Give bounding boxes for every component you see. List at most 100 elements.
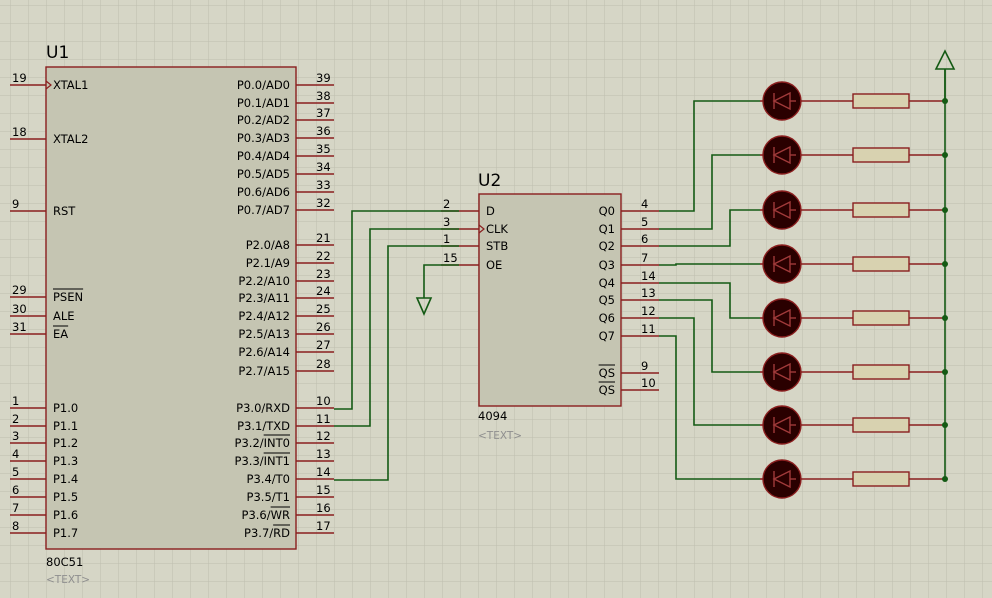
pin-number: 14: [641, 269, 656, 283]
pin-name: Q7: [599, 329, 615, 343]
u1-part-name: 80C51: [46, 555, 83, 569]
pin-name: EA: [53, 327, 68, 341]
pin-name: P0.6/AD6: [237, 185, 290, 199]
pin-name: RST: [53, 204, 76, 218]
pin-number: 17: [316, 519, 331, 533]
pin-number: 6: [12, 483, 19, 497]
pin-number: 27: [316, 338, 331, 352]
pin-number: 18: [12, 125, 27, 139]
pin-name: CLK: [486, 222, 508, 236]
pin-name: P0.3/AD3: [237, 131, 290, 145]
pin-number: 1: [12, 394, 19, 408]
led-diode-icon[interactable]: [762, 244, 802, 284]
pin-number: 4: [641, 197, 648, 211]
pin-name: P0.4/AD4: [237, 149, 290, 163]
resistor-icon[interactable]: [852, 417, 910, 433]
pin-name: P0.1/AD1: [237, 96, 290, 110]
pin-number: 36: [316, 124, 331, 138]
pin-name: P2.7/A15: [238, 364, 290, 378]
pin-number: 14: [316, 465, 331, 479]
pin-number: 25: [316, 302, 331, 316]
resistor-icon[interactable]: [852, 93, 910, 109]
resistor-icon[interactable]: [852, 202, 910, 218]
pin-name: Q3: [599, 258, 615, 272]
pin-name: XTAL1: [53, 78, 88, 92]
pin-number: 39: [316, 71, 331, 85]
pin-number: 16: [316, 501, 331, 515]
pin-name: P3.0/RXD: [236, 401, 290, 415]
u1-placeholder-text: <TEXT>: [46, 574, 90, 586]
resistor-icon[interactable]: [852, 310, 910, 326]
component-u1-80c51[interactable]: U1 19 XTAL1 18 XTAL2 9 RST 29 PSEN 30 ALE 31 EA 1 P1.…: [10, 43, 334, 586]
led-diode-icon[interactable]: [762, 298, 802, 338]
pin-name: P3.2/: [235, 436, 264, 450]
pin-name: P1.2: [53, 436, 78, 450]
pin-number: 31: [12, 320, 27, 334]
pin-name: P3.6/: [242, 508, 271, 522]
led-diode-icon[interactable]: [762, 352, 802, 392]
pin-name: P1.1: [53, 419, 78, 433]
led-diode-icon[interactable]: [762, 190, 802, 230]
pin-number: 4: [12, 447, 19, 461]
pin-name: Q0: [599, 204, 615, 218]
led-diode-icon[interactable]: [762, 405, 802, 445]
pin-name: P1.5: [53, 490, 78, 504]
pin-number: 5: [12, 465, 19, 479]
pin-number: 7: [12, 501, 19, 515]
pin-number: 13: [641, 286, 656, 300]
pin-number: 9: [12, 197, 19, 211]
pin-name: QS: [599, 366, 615, 380]
pin-name: Q6: [599, 311, 615, 325]
pin-name: P2.6/A14: [238, 345, 290, 359]
pin-number: 15: [443, 251, 458, 265]
resistor-icon[interactable]: [852, 256, 910, 272]
pin-number: 1: [443, 232, 450, 246]
pin-name: P0.7/AD7: [237, 203, 290, 217]
pin-name: P1.7: [53, 526, 78, 540]
pin-number: 23: [316, 267, 331, 281]
pin-name: P0.5/AD5: [237, 167, 290, 181]
resistor-icon[interactable]: [852, 471, 910, 487]
resistor-icon[interactable]: [852, 364, 910, 380]
pin-name: Q4: [599, 276, 615, 290]
pin-number: 34: [316, 160, 331, 174]
pin-number: 12: [641, 304, 656, 318]
pin-number: 38: [316, 89, 331, 103]
led-diode-icon[interactable]: [762, 459, 802, 499]
pin-number: 2: [443, 197, 450, 211]
pin-number: 3: [12, 429, 19, 443]
pin-number: 8: [12, 519, 19, 533]
pin-number: 3: [443, 215, 450, 229]
led-diode-icon[interactable]: [762, 81, 802, 121]
pin-number: 12: [316, 429, 331, 443]
pin-number: 30: [12, 302, 27, 316]
u2-reference: U2: [478, 171, 501, 191]
pin-name: P2.1/A9: [246, 256, 290, 270]
pin-name: P2.3/A11: [238, 291, 290, 305]
pin-name: P2.2/A10: [238, 274, 290, 288]
resistor-icon[interactable]: [852, 147, 910, 163]
schematic-canvas[interactable]: U1 19 XTAL118 XTAL29 RST29 PSEN30 ALE31 EA1 P1.…: [0, 0, 992, 598]
pin-number: 5: [641, 215, 648, 229]
pin-number: 26: [316, 320, 331, 334]
led-diode-icon[interactable]: [762, 135, 802, 175]
pin-name: P2.0/A8: [246, 238, 290, 252]
pin-name: P1.6: [53, 508, 78, 522]
pin-number: 22: [316, 249, 331, 263]
pin-number: 7: [641, 251, 648, 265]
pin-number: 37: [316, 106, 331, 120]
pin-name: P3.1/TXD: [237, 419, 290, 433]
pin-name: P0.0/AD0: [237, 78, 290, 92]
pin-name-overlined: RD: [273, 526, 290, 540]
u2-placeholder-text: <TEXT>: [478, 430, 522, 442]
pin-name: PSEN: [53, 290, 83, 304]
pin-number: 11: [316, 412, 331, 426]
pin-name: ALE: [53, 309, 75, 323]
pin-number: 2: [12, 412, 19, 426]
pin-name: P2.4/A12: [238, 309, 290, 323]
pin-number: 19: [12, 71, 27, 85]
pin-name: P3.4/T0: [247, 472, 290, 486]
pin-name-overlined: WR: [271, 508, 290, 522]
u2-part-name: 4094: [478, 409, 507, 423]
pin-name-overlined: INT1: [264, 454, 290, 468]
